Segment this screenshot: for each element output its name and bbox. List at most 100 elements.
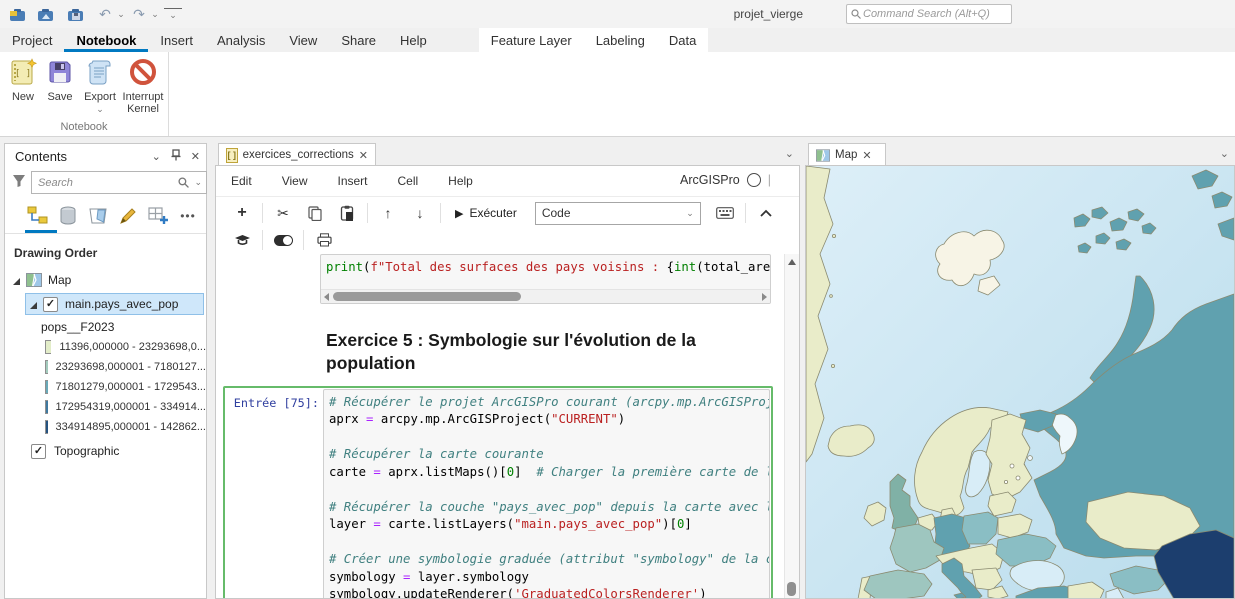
- paste-cell-button[interactable]: [331, 205, 363, 221]
- command-search-input[interactable]: [861, 7, 1011, 21]
- move-cell-down-button[interactable]: ↓: [404, 205, 436, 221]
- pane-menu-chevron-icon[interactable]: ⌄: [785, 147, 794, 160]
- menu-help[interactable]: Help: [433, 174, 488, 188]
- pin-icon[interactable]: [171, 149, 181, 164]
- list-by-editing-icon[interactable]: [115, 204, 141, 228]
- notebook-menubar: Edit View Insert Cell Help ArcGISPro |: [216, 166, 799, 197]
- export-notebook-button[interactable]: Export ⌄: [80, 56, 120, 114]
- add-cell-button[interactable]: +: [226, 204, 258, 222]
- undo-dropdown-icon[interactable]: ⌄: [112, 5, 130, 23]
- search-options-chevron-icon[interactable]: ⌄: [194, 178, 202, 187]
- pane-menu-chevron-icon[interactable]: ⌄: [1220, 147, 1229, 160]
- interrupt-kernel-icon: [120, 56, 166, 88]
- list-by-data-source-icon[interactable]: [55, 204, 81, 228]
- more-view-tabs-icon[interactable]: •••: [175, 204, 201, 228]
- legend-class-row[interactable]: 23293698,000001 - 7180127...: [5, 357, 206, 377]
- window-title: projet_vierge: [734, 7, 803, 21]
- interrupt-kernel-button[interactable]: Interrupt Kernel: [120, 56, 166, 115]
- panel-menu-chevron-icon[interactable]: ⌄: [152, 150, 161, 163]
- save-project-icon[interactable]: [66, 5, 84, 23]
- class-swatch[interactable]: [45, 340, 51, 354]
- map-canvas[interactable]: [806, 166, 1234, 599]
- scroll-right-icon[interactable]: [762, 293, 767, 301]
- command-palette-icon[interactable]: [709, 207, 741, 219]
- new-project-icon[interactable]: [8, 5, 26, 23]
- close-tab-icon[interactable]: ✕: [359, 149, 368, 162]
- legend-class-row[interactable]: 172954319,000001 - 334914...: [5, 397, 206, 417]
- cell-horizontal-scrollbar[interactable]: [321, 289, 770, 303]
- cell-type-select[interactable]: Code ⌄: [535, 202, 701, 225]
- markdown-cell-heading[interactable]: Exercice 5 : Symbologie sur l'évolution …: [326, 329, 785, 375]
- close-tab-icon[interactable]: ✕: [862, 149, 871, 162]
- menu-insert[interactable]: Insert: [322, 174, 382, 188]
- contents-panel: Contents ⌄ ✕ ⌄: [4, 143, 207, 599]
- cut-cell-button[interactable]: ✂: [267, 205, 299, 222]
- layer-visibility-checkbox[interactable]: ✓: [43, 297, 58, 312]
- contents-search-input[interactable]: [36, 176, 178, 190]
- menu-view[interactable]: View: [267, 174, 323, 188]
- scroll-up-icon[interactable]: [788, 259, 796, 265]
- menu-edit[interactable]: Edit: [216, 174, 267, 188]
- list-by-snapping-icon[interactable]: [145, 204, 171, 228]
- collapse-toolbar-chevron-icon[interactable]: [750, 209, 782, 217]
- tab-analysis[interactable]: Analysis: [205, 30, 277, 52]
- scroll-left-icon[interactable]: [324, 293, 329, 301]
- contents-search[interactable]: ⌄: [31, 171, 207, 194]
- close-panel-icon[interactable]: ✕: [191, 150, 200, 163]
- tab-help[interactable]: Help: [388, 30, 439, 52]
- customize-qat-icon[interactable]: ⌄: [164, 8, 182, 21]
- quick-access-toolbar: ↶ ⌄ ↷ ⌄ ⌄ projet_vierge: [0, 0, 1235, 28]
- tab-feature-layer[interactable]: Feature Layer: [479, 30, 584, 52]
- tab-labeling[interactable]: Labeling: [584, 30, 657, 52]
- basemap-visibility-checkbox[interactable]: ✓: [31, 444, 46, 459]
- svg-text:[ ]: [ ]: [15, 69, 31, 79]
- list-by-drawing-order-icon[interactable]: [25, 204, 51, 228]
- command-search[interactable]: [846, 4, 1012, 24]
- notebook-vertical-scrollbar[interactable]: [784, 254, 799, 598]
- tab-project[interactable]: Project: [0, 30, 64, 52]
- new-notebook-button[interactable]: [ ] New: [6, 56, 40, 103]
- redo-dropdown-icon[interactable]: ⌄: [146, 5, 164, 23]
- class-swatch[interactable]: [45, 400, 48, 414]
- legend-class-row[interactable]: 334914895,000001 - 142862...: [5, 417, 206, 437]
- cell-toolbar-icon[interactable]: [226, 234, 258, 246]
- map-pane: Map ✕ ⌄: [805, 143, 1235, 599]
- tree-item-map[interactable]: Map: [5, 270, 206, 290]
- tab-data[interactable]: Data: [657, 30, 708, 52]
- legend-class-row[interactable]: 11396,000000 - 23293698,0...: [5, 337, 206, 357]
- print-icon[interactable]: [308, 233, 340, 247]
- selected-code-cell[interactable]: Entrée [75]: # Récupérer le projet ArcGI…: [223, 386, 773, 599]
- tree-item-basemap[interactable]: ✓ Topographic: [5, 441, 206, 461]
- tab-notebook[interactable]: Notebook: [64, 30, 148, 52]
- tab-share[interactable]: Share: [329, 30, 388, 52]
- list-by-selection-icon[interactable]: [85, 204, 111, 228]
- copy-cell-button[interactable]: [299, 206, 331, 221]
- tree-item-layer[interactable]: ✓ main.pays_avec_pop: [25, 293, 204, 315]
- save-notebook-button[interactable]: Save: [44, 56, 76, 103]
- tab-view[interactable]: View: [277, 30, 329, 52]
- map-view[interactable]: [805, 165, 1235, 599]
- move-cell-up-button[interactable]: ↑: [372, 205, 404, 221]
- menu-cell[interactable]: Cell: [383, 174, 434, 188]
- notebook-document-tab[interactable]: [ ] exercices_corrections ✕: [218, 143, 376, 166]
- map-document-tab[interactable]: Map ✕: [808, 143, 886, 166]
- class-swatch[interactable]: [45, 380, 48, 394]
- theme-toggle-icon[interactable]: [267, 235, 299, 246]
- class-swatch[interactable]: [45, 360, 48, 374]
- map-icon: [816, 149, 830, 162]
- filter-icon[interactable]: [12, 174, 26, 193]
- export-icon: [80, 56, 120, 88]
- code-cell-partial[interactable]: print(f"Total des surfaces des pays vois…: [223, 254, 771, 304]
- notebook-cells: print(f"Total des surfaces des pays vois…: [216, 254, 785, 598]
- drawing-order-heading: Drawing Order: [14, 246, 206, 260]
- open-project-icon[interactable]: [36, 5, 54, 23]
- scrollbar-thumb[interactable]: [333, 292, 521, 301]
- legend-class-row[interactable]: 71801279,000001 - 1729543...: [5, 377, 206, 397]
- tab-insert[interactable]: Insert: [148, 30, 205, 52]
- expand-collapse-icon[interactable]: [30, 302, 37, 309]
- expand-collapse-icon[interactable]: [13, 278, 20, 285]
- search-icon: [178, 177, 189, 188]
- scrollbar-thumb[interactable]: [787, 582, 796, 596]
- class-swatch[interactable]: [45, 420, 48, 434]
- run-cell-button[interactable]: ▶ Exécuter: [445, 206, 527, 220]
